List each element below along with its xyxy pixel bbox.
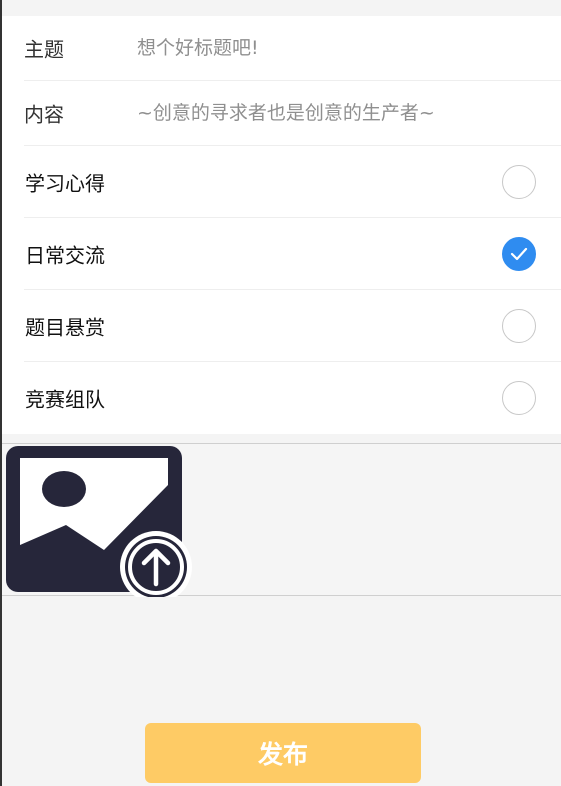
publish-button[interactable]: 发布 <box>145 723 421 783</box>
checkmark-icon <box>510 247 528 260</box>
title-label: 主题 <box>24 37 64 62</box>
content-label: 内容 <box>24 102 64 127</box>
post-form: 主题 内容 学习心得 日常交流 题目悬赏 竞赛组队 <box>2 16 561 434</box>
category-option-study[interactable]: 学习心得 <box>24 146 561 218</box>
title-row: 主题 <box>24 16 561 81</box>
image-upload-icon[interactable] <box>4 445 194 597</box>
title-input[interactable] <box>137 37 537 59</box>
radio-button-checked[interactable] <box>502 236 536 271</box>
content-input[interactable] <box>137 102 537 124</box>
radio-button[interactable] <box>502 381 536 415</box>
category-label: 日常交流 <box>25 243 105 267</box>
category-label: 学习心得 <box>25 171 105 195</box>
category-option-daily[interactable]: 日常交流 <box>24 218 561 290</box>
category-label: 题目悬赏 <box>25 315 105 339</box>
category-option-bounty[interactable]: 题目悬赏 <box>24 290 561 362</box>
radio-button[interactable] <box>502 308 536 343</box>
category-option-team[interactable]: 竞赛组队 <box>24 362 561 434</box>
image-upload-area[interactable] <box>2 443 561 597</box>
radio-button[interactable] <box>502 164 536 199</box>
category-label: 竞赛组队 <box>25 387 105 412</box>
content-row: 内容 <box>24 81 561 146</box>
